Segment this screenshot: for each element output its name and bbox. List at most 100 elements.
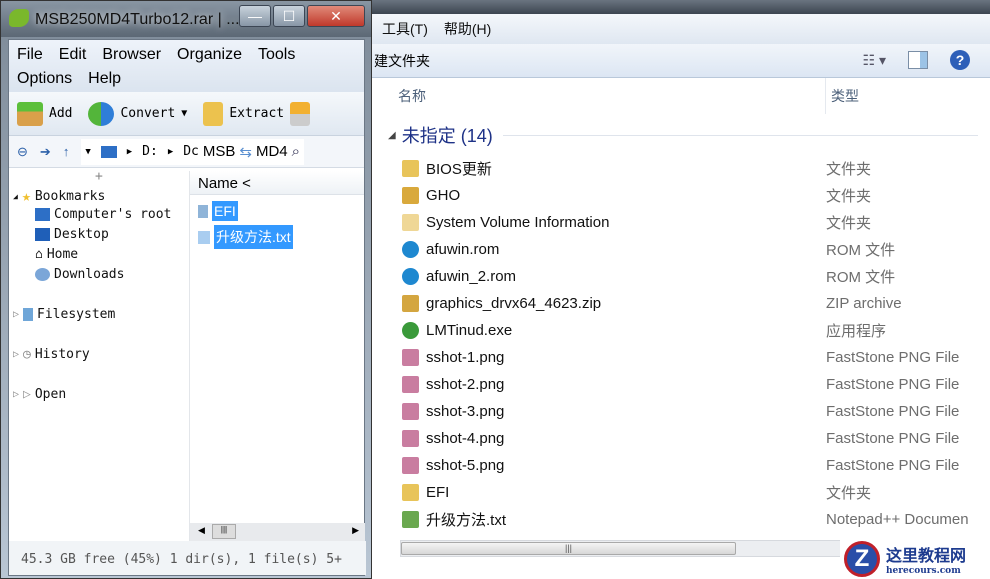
file-row[interactable]: BIOS更新 文件夹 bbox=[370, 155, 990, 182]
file-type: Notepad++ Documen bbox=[826, 511, 969, 528]
watermark-logo: Z 这里教程网 herecours.com bbox=[840, 539, 990, 579]
file-name: sshot-2.png bbox=[426, 376, 505, 393]
preview-pane-icon[interactable] bbox=[908, 51, 928, 69]
file-row[interactable]: EFI 文件夹 bbox=[370, 479, 990, 506]
add-bookmark-icon[interactable]: + bbox=[95, 169, 103, 184]
toolbar: Add Convert ▼ Extract bbox=[9, 92, 364, 136]
menu-browser[interactable]: Browser bbox=[102, 46, 161, 64]
new-folder-button[interactable]: 建文件夹 bbox=[374, 51, 430, 71]
menu-tools[interactable]: Tools bbox=[258, 46, 295, 64]
file-row[interactable]: afuwin.rom ROM 文件 bbox=[370, 236, 990, 263]
folder-icon bbox=[402, 214, 419, 231]
file-row[interactable]: sshot-2.png FastStone PNG File bbox=[370, 371, 990, 398]
breadcrumb-folder[interactable]: Dc bbox=[183, 144, 199, 159]
archive-item-efi[interactable]: EFI bbox=[198, 201, 238, 221]
file-list: BIOS更新 文件夹 GHO 文件夹 System Volume Information… bbox=[370, 155, 990, 533]
add-button[interactable]: Add bbox=[49, 106, 72, 121]
file-row[interactable]: sshot-4.png FastStone PNG File bbox=[370, 425, 990, 452]
txt-icon bbox=[402, 511, 419, 528]
file-row[interactable]: System Volume Information 文件夹 bbox=[370, 209, 990, 236]
file-name: afuwin.rom bbox=[426, 241, 500, 258]
logo-z-icon: Z bbox=[844, 541, 880, 577]
computer-icon bbox=[35, 208, 50, 221]
tree-filesystem[interactable]: ▷ Filesystem bbox=[13, 307, 115, 322]
clock-icon: ◷ bbox=[23, 347, 31, 362]
up-icon[interactable]: ↑ bbox=[63, 144, 70, 159]
file-name: LMTinud.exe bbox=[426, 322, 513, 339]
explorer-menubar: 工具(T) 帮助(H) bbox=[370, 14, 990, 44]
minimize-button[interactable]: — bbox=[239, 5, 271, 27]
file-type: ZIP archive bbox=[826, 295, 902, 312]
menu-edit[interactable]: Edit bbox=[59, 46, 87, 64]
breadcrumb[interactable]: ▼ ▶ D: ▶ Dc bbox=[81, 138, 203, 165]
rom-icon bbox=[402, 241, 419, 258]
file-row[interactable]: afuwin_2.rom ROM 文件 bbox=[370, 263, 990, 290]
extract-button[interactable]: Extract bbox=[229, 106, 284, 121]
file-name: sshot-3.png bbox=[426, 403, 505, 420]
file-row[interactable]: graphics_drvx64_4623.zip ZIP archive bbox=[370, 290, 990, 317]
file-row[interactable]: 升级方法.txt Notepad++ Documen bbox=[370, 506, 990, 533]
maximize-button[interactable]: ☐ bbox=[273, 5, 305, 27]
folder-icon bbox=[198, 204, 208, 218]
zip-icon bbox=[402, 295, 419, 312]
swap-icon[interactable]: ⇆ bbox=[239, 143, 252, 161]
file-row[interactable]: GHO 文件夹 bbox=[370, 182, 990, 209]
menu-help[interactable]: Help bbox=[88, 70, 121, 88]
archive-item-txt[interactable]: 升级方法.txt bbox=[198, 225, 293, 249]
column-name[interactable]: 名称 bbox=[398, 86, 426, 106]
menu-help[interactable]: 帮助(H) bbox=[444, 19, 491, 39]
file-type: FastStone PNG File bbox=[826, 457, 960, 474]
column-name[interactable]: Name < bbox=[190, 171, 364, 195]
window-title: MSB250MD4Turbo12.rar | ... bbox=[35, 11, 240, 28]
tree-item-desktop[interactable]: Desktop bbox=[35, 227, 109, 242]
file-row[interactable]: LMTinud.exe 应用程序 bbox=[370, 317, 990, 344]
column-header: 名称 类型 bbox=[370, 78, 990, 114]
search-icon[interactable]: ⌕ bbox=[292, 143, 300, 160]
tree-item-home[interactable]: ⌂ Home bbox=[35, 247, 78, 262]
close-button[interactable]: ✕ bbox=[307, 5, 365, 27]
file-row[interactable]: sshot-3.png FastStone PNG File bbox=[370, 398, 990, 425]
file-name: sshot-4.png bbox=[426, 430, 505, 447]
extract-to-icon[interactable] bbox=[290, 101, 311, 126]
convert-dropdown-icon[interactable]: ▼ bbox=[181, 108, 187, 119]
horizontal-scrollbar[interactable]: ◀ ||| ▶ bbox=[190, 523, 365, 541]
scrollbar-thumb[interactable]: ||| bbox=[401, 542, 736, 555]
status-bar: 45.3 GB free (45%) 1 dir(s), 1 file(s) 5… bbox=[9, 541, 366, 575]
file-type: FastStone PNG File bbox=[826, 376, 960, 393]
convert-button[interactable]: Convert bbox=[120, 106, 175, 121]
file-row[interactable]: sshot-1.png FastStone PNG File bbox=[370, 344, 990, 371]
view-options-icon[interactable]: ☷ ▾ bbox=[863, 52, 886, 69]
menu-file[interactable]: File bbox=[17, 46, 43, 64]
file-type: 文件夹 bbox=[826, 215, 872, 232]
file-type: ROM 文件 bbox=[826, 269, 896, 286]
collapse-triangle-icon[interactable]: ◢ bbox=[388, 130, 396, 141]
archive-file-list: Name < EFI 升级方法.txt ◀ ||| ▶ bbox=[189, 171, 365, 541]
help-icon[interactable]: ? bbox=[950, 50, 970, 70]
menu-options[interactable]: Options bbox=[17, 70, 72, 88]
tree-open[interactable]: ▷ ▷ Open bbox=[13, 387, 66, 402]
search-field[interactable]: MSB ⇆ MD4 ⌕ bbox=[198, 138, 305, 165]
tree-item-computer-root[interactable]: Computer's root bbox=[35, 207, 171, 222]
column-type[interactable]: 类型 bbox=[825, 78, 859, 114]
desktop-icon bbox=[35, 228, 50, 241]
downloads-icon bbox=[35, 268, 50, 281]
png-icon bbox=[402, 376, 419, 393]
file-name: EFI bbox=[426, 484, 450, 501]
file-type: ROM 文件 bbox=[826, 242, 896, 259]
tree-bookmarks[interactable]: ◢ ★ Bookmarks bbox=[13, 187, 105, 205]
file-type: 应用程序 bbox=[826, 323, 887, 340]
breadcrumb-drive[interactable]: D: bbox=[142, 144, 158, 159]
star-icon: ★ bbox=[21, 187, 31, 205]
menu-tools[interactable]: 工具(T) bbox=[382, 19, 428, 39]
tree-history[interactable]: ▷ ◷ History bbox=[13, 347, 90, 362]
file-type: 文件夹 bbox=[826, 188, 872, 205]
menu-organize[interactable]: Organize bbox=[177, 46, 242, 64]
file-row[interactable]: sshot-5.png FastStone PNG File bbox=[370, 452, 990, 479]
group-header[interactable]: ◢ 未指定 (14) bbox=[388, 122, 978, 148]
file-type: FastStone PNG File bbox=[826, 349, 960, 366]
folder-special-icon bbox=[402, 187, 419, 204]
rom-icon bbox=[402, 268, 419, 285]
forward-icon[interactable]: ➔ bbox=[40, 144, 51, 160]
back-icon[interactable]: ⊖ bbox=[17, 144, 28, 160]
tree-item-downloads[interactable]: Downloads bbox=[35, 267, 124, 282]
